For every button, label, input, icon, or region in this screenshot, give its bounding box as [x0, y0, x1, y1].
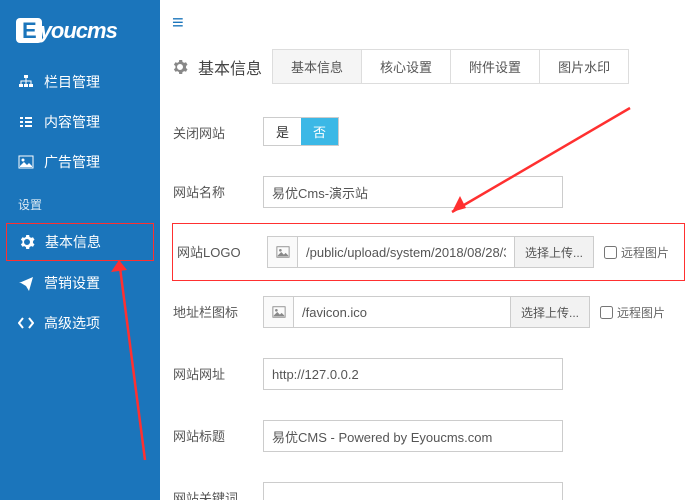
sidebar-item-columns[interactable]: 栏目管理	[0, 62, 160, 102]
main: ≡ 基本信息 基本信息 核心设置 附件设置 图片水印 关闭网站 是 否 网站名称…	[160, 0, 693, 500]
tab-watermark[interactable]: 图片水印	[540, 50, 628, 83]
logo-brand: youcms	[40, 18, 117, 43]
image-icon	[18, 154, 34, 170]
sitemap-icon	[18, 74, 34, 90]
sidebar-item-label: 营销设置	[44, 273, 100, 293]
toggle-close[interactable]: 是 否	[263, 117, 339, 146]
logo-e: E	[16, 18, 42, 43]
tabs: 基本信息 核心设置 附件设置 图片水印	[272, 49, 629, 84]
label-name: 网站名称	[173, 176, 263, 201]
gear-icon	[172, 59, 188, 75]
input-name[interactable]	[263, 176, 563, 208]
label-logo: 网站LOGO	[177, 236, 267, 261]
logo: Eyoucms	[0, 0, 160, 62]
input-url[interactable]	[263, 358, 563, 390]
sidebar-item-ads[interactable]: 广告管理	[0, 142, 160, 182]
sidebar-item-label: 内容管理	[44, 112, 100, 132]
page-title: 基本信息	[198, 55, 262, 79]
input-keywords[interactable]	[263, 482, 563, 500]
list-icon	[18, 114, 34, 130]
sidebar: Eyoucms 栏目管理 内容管理 广告管理 设置 基本信息 营销设置 高级选项	[0, 0, 160, 500]
hamburger-icon[interactable]: ≡	[172, 12, 693, 35]
tab-attach[interactable]: 附件设置	[451, 50, 540, 83]
toggle-yes[interactable]: 是	[264, 118, 301, 145]
input-title[interactable]	[263, 420, 563, 452]
sidebar-item-label: 高级选项	[44, 313, 100, 333]
input-favicon[interactable]	[293, 296, 511, 328]
sidebar-item-basic[interactable]: 基本信息	[6, 223, 154, 261]
label-keywords: 网站关键词	[173, 482, 263, 500]
sidebar-item-label: 栏目管理	[44, 72, 100, 92]
sidebar-section: 设置	[0, 182, 160, 221]
send-icon	[18, 275, 34, 291]
tab-basic[interactable]: 基本信息	[273, 50, 362, 83]
label-favicon: 地址栏图标	[173, 296, 263, 321]
code-icon	[18, 315, 34, 331]
remote-favicon-checkbox[interactable]: 远程图片	[600, 304, 665, 321]
sidebar-item-content[interactable]: 内容管理	[0, 102, 160, 142]
row-logo: 网站LOGO 选择上传... 远程图片	[172, 223, 685, 281]
sidebar-item-advanced[interactable]: 高级选项	[0, 303, 160, 343]
toggle-no[interactable]: 否	[301, 118, 338, 145]
image-icon	[263, 296, 293, 328]
label-url: 网站网址	[173, 358, 263, 383]
gear-icon	[19, 234, 35, 250]
label-close: 关闭网站	[173, 117, 263, 142]
sidebar-item-marketing[interactable]: 营销设置	[0, 263, 160, 303]
remote-logo-checkbox[interactable]: 远程图片	[604, 244, 669, 261]
upload-favicon-button[interactable]: 选择上传...	[511, 296, 590, 328]
label-title: 网站标题	[173, 420, 263, 445]
upload-logo-button[interactable]: 选择上传...	[515, 236, 594, 268]
sidebar-item-label: 广告管理	[44, 152, 100, 172]
tab-core[interactable]: 核心设置	[362, 50, 451, 83]
image-icon	[267, 236, 297, 268]
input-logo[interactable]	[297, 236, 515, 268]
sidebar-item-label: 基本信息	[45, 232, 101, 252]
